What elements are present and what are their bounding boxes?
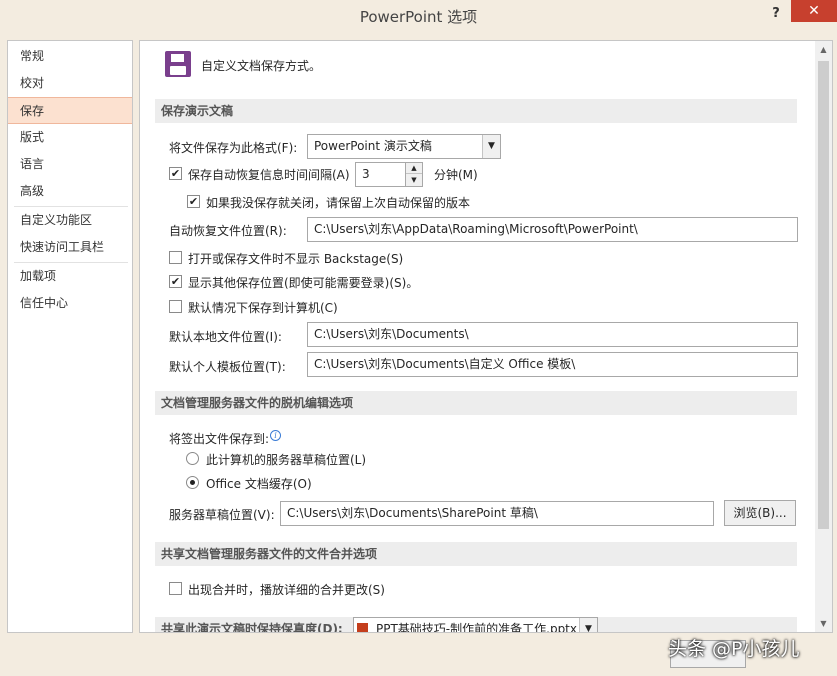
no-backstage-label: 打开或保存文件时不显示 Backstage(S) — [188, 252, 404, 266]
section-header-save: 保存演示文稿 — [155, 99, 797, 123]
watermark-text: 头条 @P小孩儿 — [668, 638, 800, 660]
info-icon: i — [270, 430, 281, 441]
sidebar-item-language[interactable]: 语言 — [8, 151, 132, 178]
default-template-location-input[interactable]: C:\Users\刘东\Documents\自定义 Office 模板\ — [307, 352, 798, 377]
sidebar-item-quick-access-toolbar[interactable]: 快速访问工具栏 — [8, 234, 132, 261]
title-bar: PowerPoint 选项 ? ✕ — [0, 0, 837, 32]
sidebar-item-customize-ribbon[interactable]: 自定义功能区 — [8, 207, 132, 234]
autorecover-location-input[interactable]: C:\Users\刘东\AppData\Roaming\Microsoft\Po… — [307, 217, 798, 242]
sidebar: 常规 校对 保存 版式 语言 高级 自定义功能区 快速访问工具栏 加载项 信任中… — [7, 40, 133, 633]
browse-button[interactable]: 浏览(B)... — [724, 500, 796, 526]
radio-office-cache-label: Office 文档缓存(O) — [206, 477, 312, 491]
sidebar-item-add-ins[interactable]: 加载项 — [8, 263, 132, 290]
save-to-computer-checkbox[interactable] — [169, 300, 182, 313]
show-additional-places-label: 显示其他保存位置(即使可能需要登录)(S)。 — [188, 276, 419, 290]
default-template-location-label: 默认个人模板位置(T): — [169, 360, 286, 374]
server-drafts-location-input[interactable]: C:\Users\刘东\Documents\SharePoint 草稿\ — [280, 501, 714, 526]
server-drafts-location-label: 服务器草稿位置(V): — [169, 508, 275, 522]
save-format-dropdown[interactable]: PowerPoint 演示文稿 ▼ — [307, 134, 501, 159]
autorecover-label: 保存自动恢复信息时间间隔(A) — [188, 168, 350, 182]
autorecover-minutes-input[interactable]: 3 — [355, 162, 406, 187]
scroll-thumb[interactable] — [818, 61, 829, 529]
show-merge-changes-checkbox[interactable] — [169, 582, 182, 595]
scroll-up-icon[interactable]: ▲ — [815, 41, 832, 58]
close-button[interactable]: ✕ — [791, 0, 837, 22]
powerpoint-file-icon — [357, 623, 368, 632]
keep-last-version-label: 如果我没保存就关闭，请保留上次自动保留的版本 — [206, 196, 471, 210]
floppy-disk-icon — [165, 51, 191, 77]
autorecover-checkbox[interactable]: ✔ — [169, 167, 182, 180]
sidebar-item-trust-center[interactable]: 信任中心 — [8, 290, 132, 317]
autorecover-location-label: 自动恢复文件位置(R): — [169, 224, 287, 238]
sidebar-item-advanced[interactable]: 高级 — [8, 178, 132, 205]
options-panel: 自定义文档保存方式。 保存演示文稿 将文件保存为此格式(F): PowerPoi… — [139, 40, 833, 633]
sidebar-item-save[interactable]: 保存 — [8, 97, 132, 124]
section-header-offline-editing: 文档管理服务器文件的脱机编辑选项 — [155, 391, 797, 415]
chevron-down-icon[interactable]: ▼ — [579, 618, 597, 632]
fidelity-file-dropdown[interactable]: PPT基础技巧-制作前的准备工作.pptx ▼ — [353, 617, 598, 633]
autorecover-spinner[interactable]: ▲ ▼ — [405, 162, 423, 187]
chevron-down-icon[interactable]: ▼ — [482, 135, 500, 158]
page-description: 自定义文档保存方式。 — [201, 59, 322, 73]
radio-server-drafts-label: 此计算机的服务器草稿位置(L) — [206, 453, 367, 467]
spin-down-icon[interactable]: ▼ — [406, 175, 422, 186]
default-local-location-label: 默认本地文件位置(I): — [169, 330, 282, 344]
vertical-scrollbar[interactable]: ▲ ▼ — [815, 41, 832, 632]
save-format-value: PowerPoint 演示文稿 — [314, 139, 432, 153]
save-to-computer-label: 默认情况下保存到计算机(C) — [188, 301, 338, 315]
no-backstage-checkbox[interactable] — [169, 251, 182, 264]
scroll-down-icon[interactable]: ▼ — [815, 615, 832, 632]
fidelity-file-value: PPT基础技巧-制作前的准备工作.pptx — [376, 622, 577, 633]
sidebar-item-proofing[interactable]: 校对 — [8, 70, 132, 97]
show-merge-changes-label: 出现合并时，播放详细的合并更改(S) — [188, 583, 385, 597]
section-header-file-merge: 共享文档管理服务器文件的文件合并选项 — [155, 542, 797, 566]
show-additional-places-checkbox[interactable]: ✔ — [169, 275, 182, 288]
radio-server-drafts[interactable] — [186, 452, 199, 465]
save-checked-out-label: 将签出文件保存到: — [169, 432, 270, 446]
help-button[interactable]: ? — [764, 2, 788, 26]
save-format-label: 将文件保存为此格式(F): — [169, 141, 298, 155]
minutes-unit-label: 分钟(M) — [434, 168, 478, 182]
keep-last-version-checkbox[interactable]: ✔ — [187, 195, 200, 208]
window-title: PowerPoint 选项 — [359, 8, 478, 26]
sidebar-item-general[interactable]: 常规 — [8, 43, 132, 70]
radio-office-cache[interactable] — [186, 476, 199, 489]
sidebar-item-layout[interactable]: 版式 — [8, 124, 132, 151]
default-local-location-input[interactable]: C:\Users\刘东\Documents\ — [307, 322, 798, 347]
spin-up-icon[interactable]: ▲ — [406, 163, 422, 174]
